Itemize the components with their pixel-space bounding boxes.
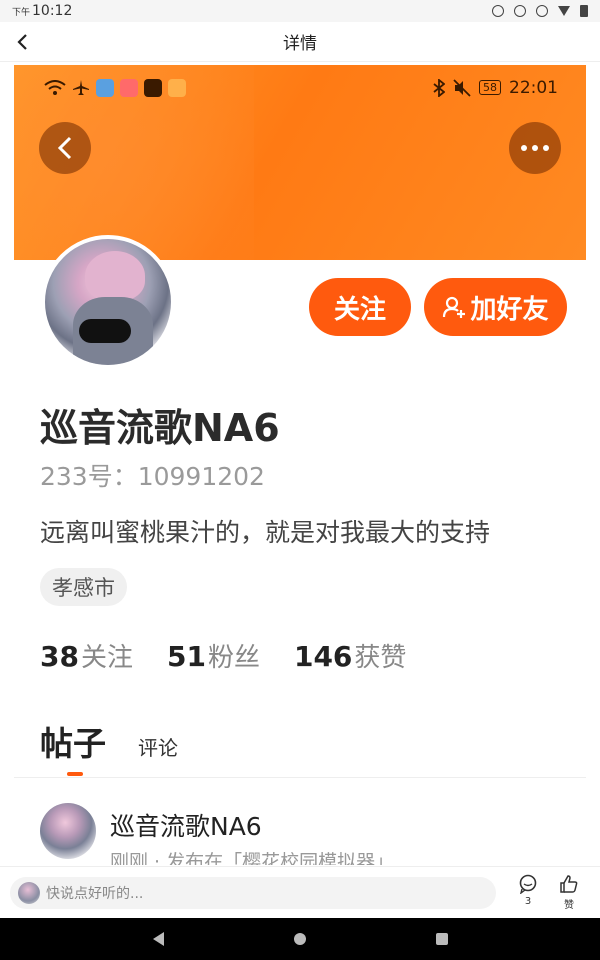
stat-fans-label: 粉丝: [207, 643, 260, 673]
sync-icon: [514, 5, 526, 17]
profile-stats: 38 关注 51 粉丝 146 获赞: [40, 637, 406, 674]
page-title: 详情: [283, 34, 317, 54]
embedded-status-right: 58 22:01: [433, 78, 558, 98]
comment-button[interactable]: 3: [513, 874, 543, 907]
stat-likes-label: 获赞: [354, 643, 407, 673]
wifi-icon: [558, 6, 570, 16]
battery-icon: [580, 5, 588, 17]
system-status-bar: 下午 10:12: [0, 0, 600, 22]
profile-name: 巡音流歌NA6: [40, 406, 280, 450]
status-icons: [492, 5, 588, 17]
tab-indicator: [67, 772, 83, 776]
embedded-status-bar: 58 22:01: [14, 65, 586, 110]
profile-tabs: 帖子 评论: [40, 717, 178, 765]
location-label: 孝感市: [52, 576, 115, 600]
airplane-icon: [73, 79, 89, 95]
like-button[interactable]: 赞: [554, 874, 584, 911]
profile-bio: 远离叫蜜桃果汁的，就是对我最大的支持: [40, 518, 491, 547]
more-options-button[interactable]: [509, 122, 561, 174]
embedded-battery: 58: [479, 80, 501, 95]
system-home-icon[interactable]: [293, 933, 306, 945]
comment-placeholder: 快说点好听的...: [46, 885, 144, 902]
stat-following[interactable]: 38 关注: [40, 637, 133, 674]
post-avatar[interactable]: [40, 803, 96, 859]
divider: [14, 777, 586, 778]
profile-banner: 58 22:01: [14, 65, 586, 260]
status-time-group: 下午 10:12: [12, 3, 72, 19]
comment-icon: [519, 874, 537, 894]
back-button[interactable]: [8, 28, 36, 56]
profile-uid: 233号：10991202: [40, 462, 265, 491]
system-back-icon[interactable]: [152, 932, 164, 946]
stat-following-label: 关注: [80, 643, 133, 673]
comment-input[interactable]: 快说点好听的...: [10, 876, 496, 909]
tab-posts[interactable]: 帖子: [40, 717, 106, 765]
follow-label: 关注: [333, 294, 386, 325]
wifi-icon: [44, 79, 66, 95]
app-icon-1: [96, 78, 114, 97]
tab-comments[interactable]: 评论: [138, 732, 178, 761]
notification-off-icon: [536, 5, 548, 17]
embedded-time: 22:01: [509, 77, 558, 98]
system-recents-icon[interactable]: [435, 933, 448, 945]
comment-bar: 快说点好听的...: [0, 866, 600, 918]
profile-back-button[interactable]: [39, 122, 91, 174]
comment-count: 3: [524, 896, 532, 907]
chevron-left-icon: [57, 136, 72, 160]
add-friend-button[interactable]: 加好友: [424, 278, 567, 336]
app-icon-4: [168, 78, 186, 97]
post-image-content: 58 22:01 关注 加好友 巡音流歌NA6 233号：10991202 远离…: [14, 65, 586, 865]
location-tag: 孝感市: [40, 568, 127, 606]
alarm-icon: [492, 5, 504, 17]
stat-following-count: 38: [40, 640, 79, 673]
status-time: 10:12: [32, 3, 73, 19]
add-user-icon: [443, 296, 466, 318]
stat-fans[interactable]: 51 粉丝: [167, 637, 260, 674]
mute-icon: [453, 78, 471, 97]
bluetooth-icon: [433, 78, 445, 97]
more-dots-icon: [521, 145, 549, 151]
stat-likes-count: 146: [293, 640, 353, 673]
stat-fans-count: 51: [166, 640, 206, 673]
app-nav-bar: 详情: [0, 22, 600, 62]
embedded-status-icons: [44, 78, 186, 97]
stat-likes[interactable]: 146 获赞: [294, 637, 406, 674]
post-username[interactable]: 巡音流歌NA6: [110, 807, 262, 843]
status-ampm: 下午: [12, 8, 31, 18]
like-label: 赞: [564, 900, 574, 911]
follow-button[interactable]: 关注: [309, 278, 411, 336]
app-icon-2: [120, 78, 138, 97]
post-meta: 刚刚 · 发布在「樱花校园模拟器」: [110, 851, 395, 865]
chevron-left-icon: [17, 34, 27, 50]
add-friend-label: 加好友: [470, 294, 549, 325]
user-avatar: [18, 881, 40, 904]
system-nav-bar: [0, 918, 600, 960]
app-icon-3: [144, 78, 162, 97]
profile-avatar[interactable]: [41, 235, 175, 369]
thumbs-up-icon: [560, 875, 578, 893]
